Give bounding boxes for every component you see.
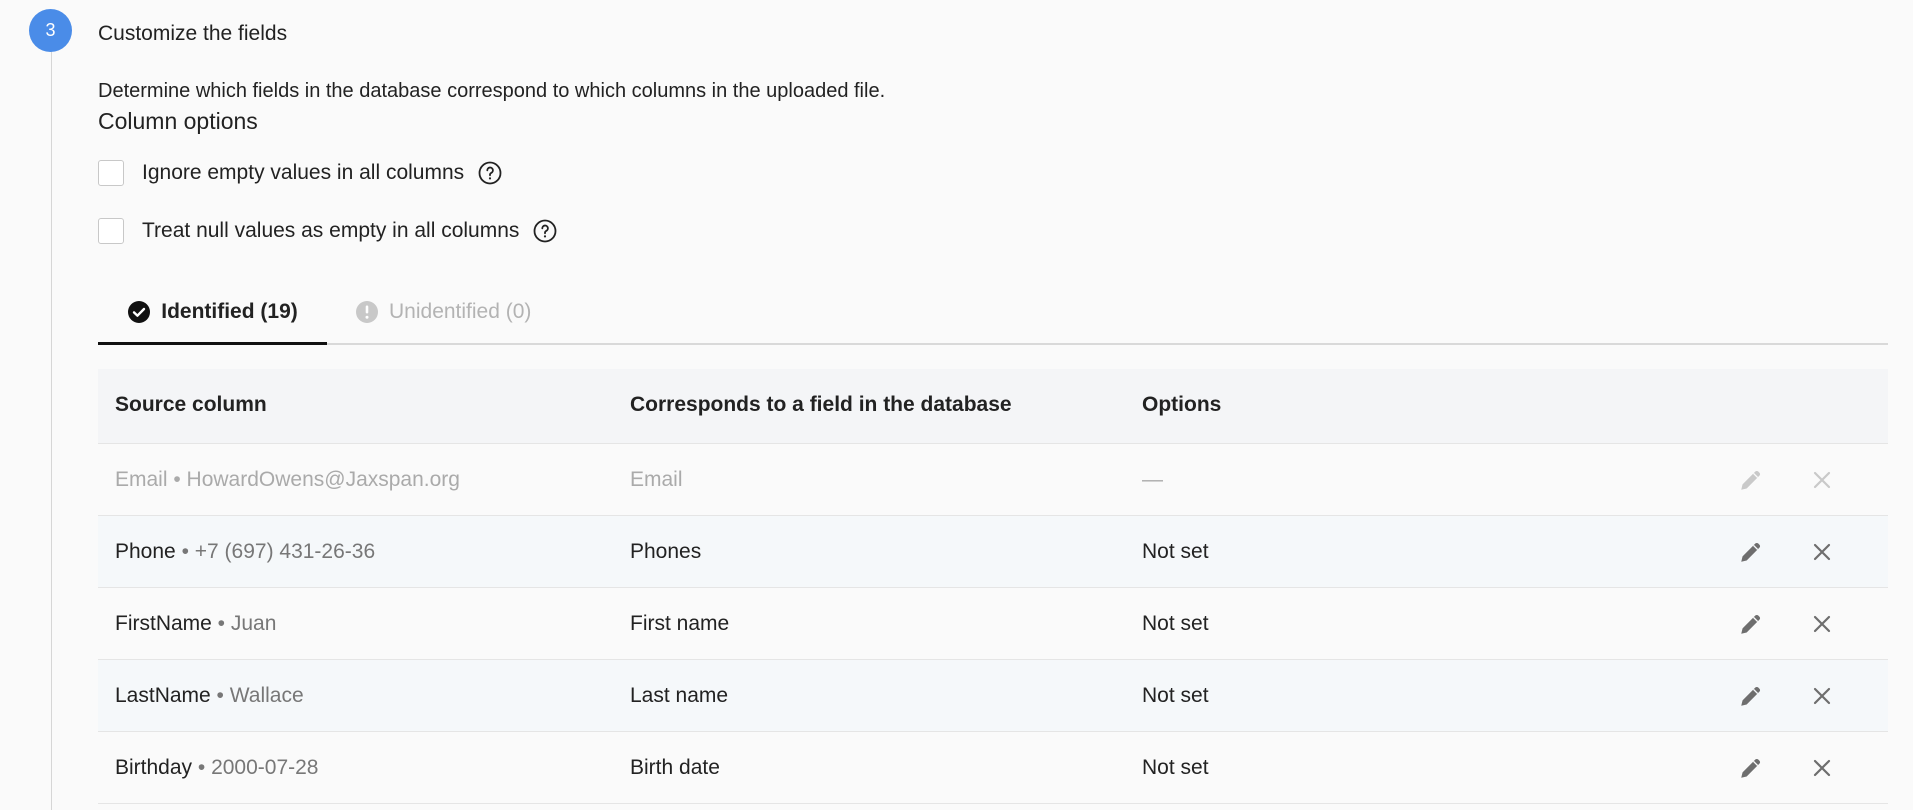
table-row: Phone • +7 (697) 431-26-36 Phones Not se… (98, 516, 1888, 588)
treat-null-label[interactable]: Treat null values as empty in all column… (142, 219, 519, 243)
options-cell: Not set (1142, 683, 1209, 707)
close-icon[interactable] (1810, 468, 1834, 492)
help-icon[interactable] (533, 219, 557, 243)
table-row: Birthday • 2000-07-28 Birth date Not set (98, 732, 1888, 804)
header-options: Options (1142, 393, 1222, 416)
treat-null-checkbox[interactable] (98, 218, 124, 244)
source-cell: Phone • +7 (697) 431-26-36 (115, 539, 376, 563)
pencil-icon[interactable] (1738, 467, 1764, 493)
source-cell: Email • HowardOwens@Jaxspan.org (115, 467, 460, 491)
table-row: Email • HowardOwens@Jaxspan.org Email — (98, 444, 1888, 516)
check-circle-icon (128, 300, 151, 323)
options-cell: — (1142, 467, 1163, 491)
field-cell: Last name (630, 683, 729, 707)
table-row: FirstName • Juan First name Not set (98, 588, 1888, 660)
source-cell: LastName • Wallace (115, 683, 304, 707)
options-cell: Not set (1142, 755, 1209, 779)
tab-identified-label: Identified (19) (161, 299, 298, 323)
column-options-title: Column options (98, 108, 258, 134)
exclamation-circle-icon (356, 301, 378, 323)
ignore-empty-option: Ignore empty values in all columns (98, 160, 502, 186)
source-cell: Birthday • 2000-07-28 (115, 755, 319, 779)
tab-unidentified[interactable]: Unidentified (0) (355, 281, 531, 343)
ignore-empty-label[interactable]: Ignore empty values in all columns (142, 161, 464, 185)
pencil-icon[interactable] (1738, 683, 1764, 709)
close-icon[interactable] (1810, 684, 1834, 708)
pencil-icon[interactable] (1738, 611, 1764, 637)
options-cell: Not set (1142, 539, 1209, 563)
step-number-badge: 3 (29, 9, 72, 52)
field-mapping-table: Source column Corresponds to a field in … (98, 369, 1888, 804)
close-icon[interactable] (1810, 540, 1834, 564)
options-cell: Not set (1142, 611, 1209, 635)
header-source-column: Source column (115, 393, 267, 416)
close-icon[interactable] (1810, 612, 1834, 636)
source-cell: FirstName • Juan (115, 611, 277, 635)
step-title: Customize the fields (98, 22, 288, 45)
treat-null-option: Treat null values as empty in all column… (98, 218, 557, 244)
field-cell: Birth date (630, 755, 720, 779)
header-database-field: Corresponds to a field in the database (630, 393, 1012, 416)
table-row: LastName • Wallace Last name Not set (98, 660, 1888, 732)
mapping-tabs: Identified (19) Unidentified (0) (98, 281, 1888, 345)
field-cell: Email (630, 467, 683, 491)
pencil-icon[interactable] (1738, 755, 1764, 781)
step-connector-line (51, 50, 52, 810)
pencil-icon[interactable] (1738, 539, 1764, 565)
close-icon[interactable] (1810, 756, 1834, 780)
field-cell: Phones (630, 539, 702, 563)
tab-unidentified-label: Unidentified (0) (389, 300, 532, 323)
ignore-empty-checkbox[interactable] (98, 160, 124, 186)
table-header: Source column Corresponds to a field in … (98, 369, 1888, 444)
field-cell: First name (630, 611, 730, 635)
step-description: Determine which fields in the database c… (98, 80, 886, 102)
tab-identified[interactable]: Identified (19) (98, 281, 327, 345)
help-icon[interactable] (478, 161, 502, 185)
